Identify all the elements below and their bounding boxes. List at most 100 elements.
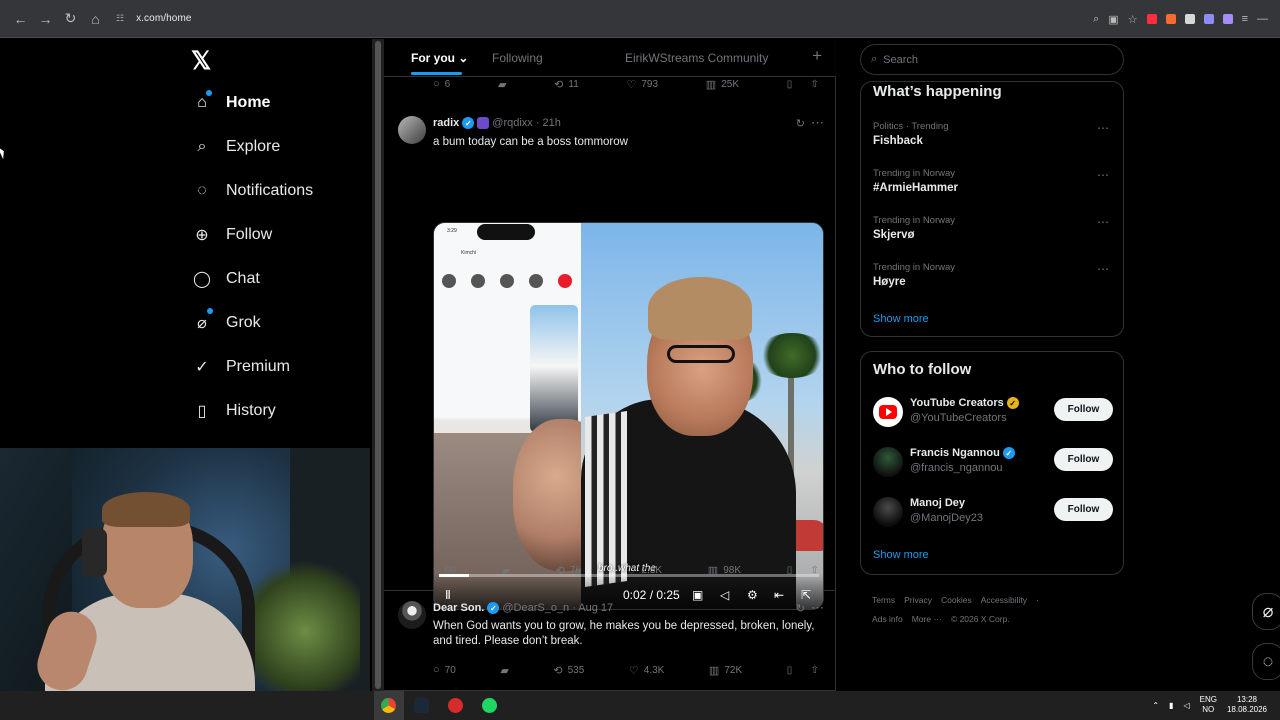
video-player[interactable]: 3:29 Kimchi bro..what the Ⅱ 0:02 / 0:25 … [433,222,824,610]
suggestion-handle[interactable]: @YouTubeCreators [910,412,1007,424]
views-action[interactable]: ▥ 72K [709,664,742,677]
install-icon[interactable]: ▣ [1108,13,1118,26]
home-icon[interactable]: ⌂ [83,6,108,31]
footer-link[interactable]: Ads info [872,614,903,624]
trend-name[interactable]: Skjervø [873,229,915,241]
follow-button[interactable]: Follow [1054,398,1113,421]
like-action[interactable]: ♡ 793 [627,78,659,91]
extension-icon[interactable] [1222,14,1233,24]
zoom-icon[interactable]: ⌕ [1093,13,1099,26]
extension-icon[interactable] [1203,14,1214,24]
grok-action[interactable]: ▰ [501,564,509,577]
repost-action[interactable]: ⟲ 535 [553,664,584,677]
follow-suggestion[interactable]: Francis Ngannou ✓ @francis_ngannou Follow [873,446,1113,480]
extension-icon[interactable] [1184,14,1195,24]
footer-link[interactable]: Cookies [941,595,972,605]
sidebar-item-premium[interactable]: ✓ Premium [191,351,290,383]
steam-icon[interactable] [414,698,429,713]
grok-floating-button[interactable]: ⌀ [1252,593,1280,630]
tab-community[interactable]: EirikWStreams Community [625,51,768,65]
minimize-icon[interactable]: — [1257,13,1268,25]
avatar[interactable] [398,116,426,144]
author-name[interactable]: Dear Son. [433,602,484,614]
suggestion-handle[interactable]: @ManojDey23 [910,512,983,524]
show-more-trends[interactable]: Show more [873,313,929,325]
post-time[interactable]: · Aug 17 [572,602,613,614]
views-action[interactable]: ▥ 98K [708,564,741,577]
address-bar[interactable]: x.com/home [136,13,191,24]
mic-icon[interactable]: ▮ [1169,701,1173,710]
footer-link[interactable]: Privacy [904,595,932,605]
suggestion-name[interactable]: Manoj Dey [910,497,965,509]
suggestion-name[interactable]: YouTube Creators ✓ [910,397,1019,409]
tab-for-you[interactable]: For you ⌄ [411,51,468,65]
francis-avatar[interactable] [873,447,903,477]
sidebar-item-notifications[interactable]: ◌ Notifications [191,175,313,207]
trend-name[interactable]: #ArmieHammer [873,182,958,194]
sidebar-item-explore[interactable]: ⌕ Explore [191,131,281,163]
clock[interactable]: 13:28 18.08.2026 [1227,695,1267,715]
sidebar-item-follow[interactable]: ⊕ Follow [191,219,272,251]
follow-suggestion[interactable]: YouTube Creators ✓ @YouTubeCreators Follo… [873,396,1113,430]
more-icon[interactable]: ⋯ [811,115,824,131]
post-time[interactable]: · 21h [536,117,561,129]
like-action[interactable]: ♡ 2.3K [627,564,662,577]
like-action[interactable]: ♡ 4.3K [629,664,664,677]
grok-explain-icon[interactable]: ↻ [796,117,805,130]
bookmark-share-actions[interactable]: ▯ ⇧ [787,665,819,676]
more-icon[interactable]: ⋯ [1097,168,1109,182]
more-icon[interactable]: ⋯ [811,600,824,616]
trend-name[interactable]: Fishback [873,135,923,147]
footer-link[interactable]: More ··· [912,614,942,624]
extension-icon[interactable] [1146,14,1157,24]
avatar[interactable] [398,601,426,629]
reload-icon[interactable]: ↻ [58,6,83,31]
site-info-icon[interactable]: ☷ [116,13,124,24]
suggestion-name[interactable]: Francis Ngannou ✓ [910,447,1015,459]
tray-up-icon[interactable]: ⌃ [1152,701,1159,710]
author-handle[interactable]: @DearS_o_n [502,602,569,614]
trend-name[interactable]: Høyre [873,276,906,288]
grok-action[interactable]: ▰ [500,664,508,677]
footer-link[interactable]: Terms [872,595,895,605]
reply-action[interactable]: ○ 6 [433,78,450,90]
bookmark-star-icon[interactable]: ☆ [1128,13,1138,26]
follow-suggestion[interactable]: Manoj Dey @ManojDey23 Follow [873,496,1113,530]
sidebar-item-history[interactable]: ▯ History [191,395,276,427]
scrollbar-thumb[interactable] [375,41,381,689]
language-indicator[interactable]: ENG NO [1200,695,1217,715]
youtube-avatar[interactable] [873,397,903,427]
grok-explain-icon[interactable]: ↻ [796,602,805,615]
repost-action[interactable]: ⟲ 11 [554,78,579,91]
author-name[interactable]: radix [433,117,459,129]
manoj-avatar[interactable] [873,497,903,527]
post-radix[interactable]: radix ✓ @rqdixx · 21h ↻ ⋯ a bum today ca… [384,102,836,610]
reading-list-icon[interactable]: ≡ [1242,13,1248,25]
spotify-icon[interactable] [482,698,497,713]
x-logo[interactable]: 𝕏 [191,49,214,74]
chrome-icon[interactable] [381,698,396,713]
sidebar-item-home[interactable]: ⌂ Home [191,87,270,119]
follow-button[interactable]: Follow [1054,498,1113,521]
suggestion-handle[interactable]: @francis_ngannou [910,462,1003,474]
follow-button[interactable]: Follow [1054,448,1113,471]
sidebar-item-chat[interactable]: ◯ Chat [191,263,260,295]
show-more-follow[interactable]: Show more [873,549,929,561]
search-input[interactable]: ⌕ Search [860,44,1124,75]
author-handle[interactable]: @rqdixx [492,117,533,129]
sidebar-item-grok[interactable]: ⌀ Grok [191,307,261,339]
back-icon[interactable]: ← [8,6,33,31]
tab-following[interactable]: Following [492,51,543,65]
extension-icon[interactable] [1165,14,1176,24]
more-icon[interactable]: ⋯ [1097,121,1109,135]
game-app-icon[interactable] [448,698,463,713]
footer-link[interactable]: Accessibility [981,595,1027,605]
repost-action[interactable]: ⟲ 76 [556,564,581,577]
forward-icon[interactable]: → [33,6,58,31]
speaker-icon[interactable]: ◁ [1183,701,1189,710]
grok-action[interactable]: ▰ [498,78,506,91]
bookmark-action[interactable]: ▯ ⇧ [787,79,819,90]
post-dear-son[interactable]: Dear Son. ✓ @DearS_o_n · Aug 17 ↻ ⋯ When… [384,592,836,691]
reply-action[interactable]: ○ 70 [433,664,456,676]
views-action[interactable]: ▥ 25K [706,78,739,91]
